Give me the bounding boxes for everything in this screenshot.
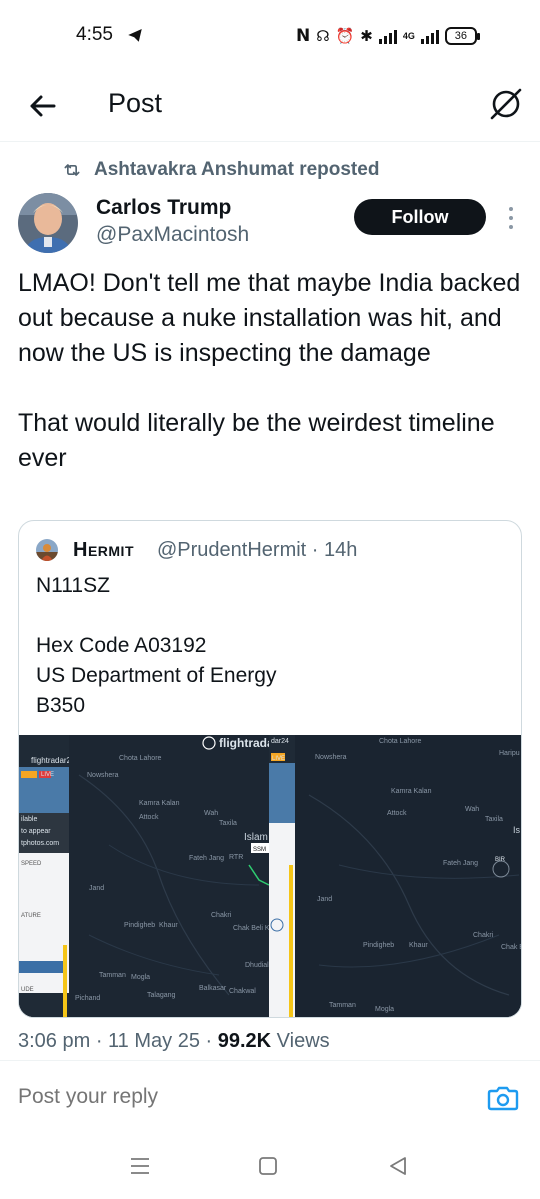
map-pindigheb-mid: Pindigheb (124, 922, 155, 929)
post-timestamp: 3:06 pm · 11 May 25 · (18, 1030, 218, 1052)
repost-indicator[interactable]: Ashtavakra Anshumat reposted (62, 158, 379, 182)
map-ature: ATURE (21, 913, 41, 919)
map-kamra-right: Kamra Kalan (391, 788, 432, 795)
avatar[interactable] (18, 193, 78, 253)
author-name[interactable]: Carlos Trump (96, 196, 231, 220)
map-fateh-jang-mid: Fateh Jang (189, 855, 224, 862)
map-wah-mid: Wah (204, 810, 218, 817)
map-taxila-right: Taxila (485, 816, 503, 823)
status-time: 4:55 (76, 24, 113, 45)
map-nowshera-right: Nowshera (315, 754, 347, 761)
map-islam-right: Is (513, 825, 521, 835)
network-type: 4G (402, 30, 415, 41)
map-dhudial: Dhudial (245, 962, 269, 969)
map-jand-mid: Jand (89, 885, 104, 892)
quote-handle-time: @PrudentHermit · 14h (157, 539, 358, 561)
status-bar: 4:55 N ☊ ⏰ ✱ 4G 36 (0, 0, 540, 70)
map-wah-right: Wah (465, 806, 479, 813)
alarm-icon: ⏰ (335, 27, 355, 45)
views-label: Views (271, 1030, 330, 1052)
map-attock-mid: Attock (139, 814, 159, 821)
quote-text: N111SZ Hex Code A03192 US Department of … (36, 574, 277, 717)
map-kamra-mid: Kamra Kalan (139, 800, 180, 807)
header: Post (0, 70, 540, 142)
map-pichand: Pichand (75, 995, 100, 1002)
map-khaur-mid: Khaur (159, 922, 178, 929)
home-icon[interactable] (256, 1154, 280, 1178)
grok-icon[interactable] (486, 84, 526, 124)
arrow-left-icon[interactable] (22, 86, 62, 126)
map-to-appear: to appear (21, 828, 51, 835)
map-brand-right: dar24 (271, 738, 289, 745)
map-ilable: ilable (21, 816, 37, 823)
reply-bar (0, 1060, 540, 1130)
menu-icon[interactable] (128, 1154, 152, 1178)
camera-icon[interactable] (486, 1081, 520, 1115)
status-icons: N ☊ ⏰ ✱ 4G 36 (296, 24, 480, 48)
map-ssm: SSM (253, 847, 266, 853)
map-tamman-right: Tamman (329, 1002, 356, 1009)
signal-icon-2 (420, 28, 439, 44)
map-talagang: Talagang (147, 992, 176, 999)
map-mogla-mid: Mogla (131, 974, 150, 981)
map-live-right: LIVE (272, 756, 285, 762)
map-jand-right: Jand (317, 896, 332, 903)
repost-text: Ashtavakra Anshumat reposted (94, 159, 380, 180)
map-taxila-mid: Taxila (219, 820, 237, 827)
map-chakri-right: Chakri (473, 932, 494, 939)
map-fateh-jang-right: Fateh Jang (443, 860, 478, 867)
map-rtr: RTR (229, 854, 243, 861)
system-nav-bar (0, 1130, 540, 1199)
map-live-left: LIVE (41, 772, 54, 778)
avatar-image (18, 193, 78, 253)
nfc-icon: N (296, 26, 311, 46)
map-nowshera-mid: Nowshera (87, 772, 119, 779)
follow-button[interactable]: Follow (354, 199, 486, 235)
map-bir: BIR (495, 857, 506, 863)
reply-input[interactable] (18, 1085, 448, 1109)
quoted-post[interactable]: Hermit @PrudentHermit · 14h N111SZ Hex C… (18, 520, 522, 1018)
map-mogla-right: Mogla (375, 1006, 394, 1013)
map-pindigheb-right: Pindigheb (363, 942, 394, 949)
map-haripur: Haripu (499, 750, 520, 757)
map-tamman-mid: Tamman (99, 972, 126, 979)
map-islam: Islam (244, 832, 268, 843)
author-handle[interactable]: @PaxMacintosh (96, 223, 249, 247)
map-speed: SPEED (21, 861, 42, 867)
back-nav-icon[interactable] (386, 1154, 410, 1178)
map-tphotos: tphotos.com (21, 840, 59, 847)
map-chota-lahore-mid: Chota Lahore (119, 755, 162, 762)
bluetooth-icon: ✱ (360, 27, 373, 45)
views-count[interactable]: 99.2K (218, 1030, 271, 1052)
quote-author-name: Hermit (73, 539, 134, 561)
more-vertical-icon[interactable] (504, 204, 518, 232)
headphones-icon: ☊ (316, 27, 330, 45)
quote-avatar (36, 539, 58, 561)
map-balkasar: Balkasar (199, 985, 227, 992)
quote-image[interactable]: flightradar24 LIVE ilable to appear tpho… (19, 735, 522, 1017)
repost-icon (64, 164, 80, 176)
map-attock-right: Attock (387, 810, 407, 817)
post-text: LMAO! Don't tell me that maybe India bac… (18, 269, 521, 472)
signal-icon (378, 28, 397, 44)
page-title: Post (108, 88, 163, 118)
map-chota-lahore-right: Chota Lahore (379, 738, 422, 745)
map-ude: UDE (21, 987, 34, 993)
flight-map-screenshot: flightradar24 LIVE ilable to appear tpho… (19, 735, 522, 1017)
battery-indicator: 36 (444, 27, 480, 45)
map-chak-beli-right: Chak Beli Khan (501, 944, 522, 951)
post-meta: 3:06 pm · 11 May 25 · 99.2K Views (18, 1030, 330, 1053)
map-khaur-right: Khaur (409, 942, 428, 949)
telegram-send-icon (128, 29, 142, 42)
map-chakwal: Chakwal (229, 988, 256, 995)
map-chakri-mid: Chakri (211, 912, 232, 919)
